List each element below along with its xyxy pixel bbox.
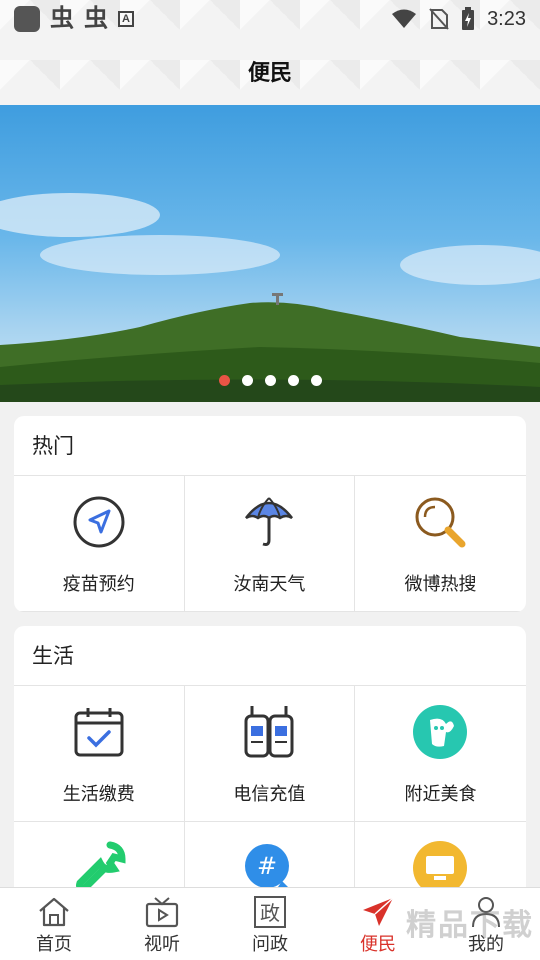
service-label: 疫苗预约 xyxy=(62,574,135,594)
wifi-icon xyxy=(392,9,417,28)
service-weibo-trending[interactable]: 微博热搜 xyxy=(355,476,526,612)
section-life: 生活 生活缴费 电信充值 附近美食 # xyxy=(14,626,526,916)
nav-label: 视听 xyxy=(144,934,180,954)
carousel-dot-1[interactable] xyxy=(218,375,230,386)
notification-glyph-2: 虫 xyxy=(84,5,108,32)
section-title-life: 生活 xyxy=(14,626,526,686)
nav-home[interactable]: 首页 xyxy=(0,888,108,960)
service-utility-payment[interactable]: 生活缴费 xyxy=(14,686,185,822)
nav-label: 首页 xyxy=(36,934,72,954)
page-title: 便民 xyxy=(247,60,292,85)
service-label: 汝南天气 xyxy=(233,574,306,594)
status-bar: 虫 虫 A 3:23 xyxy=(0,0,540,38)
nav-media[interactable]: 视听 xyxy=(108,888,216,960)
service-vaccine-booking[interactable]: 疫苗预约 xyxy=(14,476,185,612)
carousel-indicator xyxy=(0,375,540,386)
magnifier-icon xyxy=(412,494,468,550)
app-notification-icon xyxy=(14,6,40,32)
clock-time: 3:23 xyxy=(487,7,526,30)
carousel-dot-4[interactable] xyxy=(287,375,299,386)
carousel-dot-3[interactable] xyxy=(264,375,276,386)
banner-landscape-image xyxy=(0,193,540,402)
zheng-glyph: 政 xyxy=(260,901,280,925)
section-hot: 热门 疫苗预约 汝南天气 微博热搜 xyxy=(14,416,526,612)
carousel-dot-5[interactable] xyxy=(310,375,322,386)
nav-label: 问政 xyxy=(252,934,288,954)
nav-label: 便民 xyxy=(360,934,396,954)
paper-plane-icon xyxy=(361,896,395,928)
service-telecom-topup[interactable]: 电信充值 xyxy=(184,686,356,822)
banner-carousel[interactable] xyxy=(0,105,540,402)
nav-politics[interactable]: 政 问政 xyxy=(216,888,324,960)
tv-play-icon xyxy=(145,896,179,928)
navigation-arrow-icon xyxy=(71,494,127,550)
service-label: 生活缴费 xyxy=(62,784,135,804)
calendar-check-icon xyxy=(71,704,127,760)
top-area: 虫 虫 A 3:23 便民 xyxy=(0,0,540,105)
walkie-talkie-icon xyxy=(241,704,297,760)
umbrella-icon xyxy=(241,494,297,550)
service-nearby-food[interactable]: 附近美食 xyxy=(355,686,526,822)
service-label: 微博热搜 xyxy=(404,574,477,594)
service-weather[interactable]: 汝南天气 xyxy=(184,476,356,612)
watermark: 精品下载 xyxy=(406,909,534,942)
svg-text:#: # xyxy=(257,852,277,880)
zheng-box-icon: 政 xyxy=(253,896,287,928)
home-icon xyxy=(37,896,71,928)
section-title-hot: 热门 xyxy=(14,416,526,476)
notification-glyph-1: 虫 xyxy=(50,5,74,32)
battery-charging-icon xyxy=(462,7,475,30)
service-label: 附近美食 xyxy=(404,784,477,804)
service-label: 电信充值 xyxy=(233,784,306,804)
no-sim-icon xyxy=(429,8,449,30)
food-mascot-icon xyxy=(412,704,468,760)
carousel-dot-2[interactable] xyxy=(241,375,253,386)
a-badge-icon: A xyxy=(118,11,134,27)
